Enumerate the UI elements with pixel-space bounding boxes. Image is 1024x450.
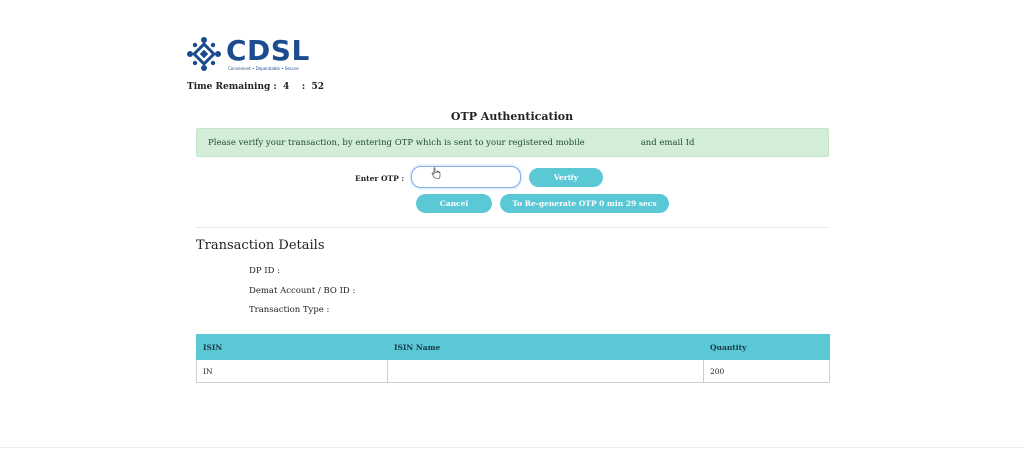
timer-separator: : (301, 82, 306, 92)
cell-quantity: 200 (703, 359, 830, 383)
dp-id-label: DP ID : (249, 266, 280, 276)
timer-seconds: 52 (311, 82, 324, 92)
alert-text-main: Please verify your transaction, by enter… (208, 137, 585, 148)
transaction-type-label: Transaction Type : (249, 305, 330, 315)
cell-isin-name (387, 359, 704, 383)
transaction-table: ISIN ISIN Name Quantity IN 200 (196, 334, 830, 383)
time-remaining: Time Remaining : 4 : 52 (187, 82, 324, 92)
hand-cursor-icon (431, 167, 441, 179)
footer-divider (0, 447, 1024, 448)
page-title: OTP Authentication (450, 110, 574, 123)
table-row: IN 200 (196, 359, 830, 383)
timer-label: Time Remaining : (187, 82, 277, 92)
header-quantity: Quantity (703, 334, 830, 360)
section-divider (196, 227, 829, 228)
bo-id-label: Demat Account / BO ID : (249, 286, 356, 296)
cell-isin: IN (196, 359, 388, 383)
otp-page: CDSL Convenient • Dependable • Secure Ti… (0, 0, 1024, 450)
transaction-details-title: Transaction Details (196, 238, 325, 253)
brand-name: CDSL (226, 34, 310, 67)
cancel-button[interactable]: Cancel (416, 194, 492, 213)
header-isin-name: ISIN Name (387, 334, 704, 360)
otp-input[interactable] (411, 166, 521, 188)
header-isin: ISIN (196, 334, 388, 360)
alert-text-email: and email Id (640, 137, 695, 148)
verify-button[interactable]: Verify (529, 168, 603, 187)
otp-info-alert: Please verify your transaction, by enter… (196, 128, 829, 157)
regenerate-otp-button[interactable]: To Re-generate OTP 0 min 29 secs (500, 194, 669, 213)
otp-label: Enter OTP : (355, 174, 405, 183)
brand-tagline: Convenient • Dependable • Secure (228, 66, 299, 71)
cdsl-emblem-icon (187, 37, 221, 71)
table-header-row: ISIN ISIN Name Quantity (196, 334, 830, 360)
timer-minutes: 4 (283, 82, 290, 92)
cdsl-logo: CDSL Convenient • Dependable • Secure (186, 36, 310, 72)
